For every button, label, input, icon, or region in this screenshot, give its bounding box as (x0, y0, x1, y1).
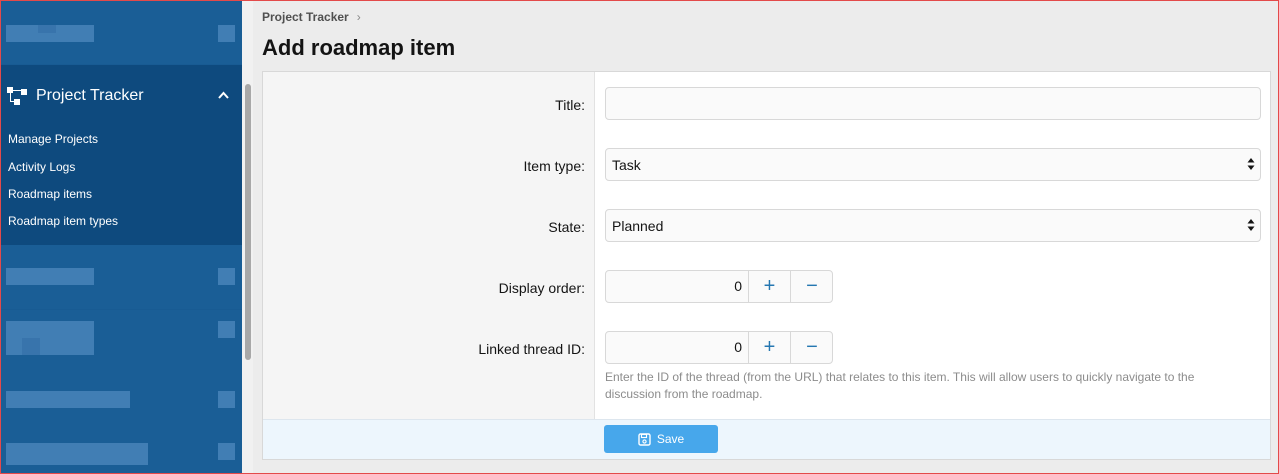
sidebar-scrollbar-thumb[interactable] (245, 84, 251, 360)
state-value: Planned (612, 218, 664, 234)
sidebar-section-title: Project Tracker (36, 87, 144, 104)
select-arrows-icon (1247, 219, 1255, 231)
sidebar-item-redacted[interactable] (0, 372, 242, 426)
linked-thread-label: Linked thread ID: (478, 341, 585, 357)
state-label: State: (548, 219, 585, 235)
display-order-input[interactable]: 0 (606, 271, 749, 302)
linked-thread-increment-button[interactable]: + (749, 332, 791, 363)
state-select[interactable]: Planned (605, 209, 1261, 242)
sidebar-item-redacted[interactable] (0, 245, 242, 309)
breadcrumb-link-project-tracker[interactable]: Project Tracker (262, 10, 349, 24)
title-input[interactable] (605, 87, 1261, 120)
linked-thread-stepper: 0 + − (605, 331, 833, 364)
chevron-right-icon: › (356, 10, 361, 24)
sidebar-item-roadmap-items[interactable]: Roadmap items (8, 187, 92, 201)
sidebar-item-redacted[interactable] (0, 0, 242, 64)
sidebar-item-roadmap-item-types[interactable]: Roadmap item types (8, 214, 118, 228)
sidebar-item-redacted[interactable] (0, 310, 242, 372)
display-order-decrement-button[interactable]: − (791, 271, 833, 302)
title-label: Title: (555, 97, 585, 113)
save-button-label: Save (656, 432, 685, 446)
linked-thread-input[interactable]: 0 (606, 332, 749, 363)
sidebar-section-header[interactable]: Project Tracker (0, 78, 242, 114)
form-label-column (263, 72, 595, 419)
sidebar: Project Tracker Manage Projects Activity… (0, 0, 242, 474)
item-type-select[interactable]: Task (605, 148, 1261, 181)
display-order-label: Display order: (498, 280, 585, 296)
item-type-label: Item type: (523, 158, 585, 174)
sidebar-item-manage-projects[interactable]: Manage Projects (8, 132, 98, 146)
page-title: Add roadmap item (262, 35, 456, 60)
save-button[interactable]: Save (604, 425, 718, 453)
linked-thread-decrement-button[interactable]: − (791, 332, 833, 363)
sidebar-item-redacted[interactable] (0, 426, 242, 474)
sidebar-item-activity-logs[interactable]: Activity Logs (8, 160, 75, 174)
item-type-value: Task (612, 157, 641, 173)
tree-structure-icon (7, 87, 31, 107)
chevron-up-icon[interactable] (218, 90, 229, 101)
linked-thread-hint: Enter the ID of the thread (from the URL… (605, 370, 1195, 401)
roadmap-item-form: Title: Item type: Task State: Planned Di… (262, 71, 1271, 460)
select-arrows-icon (1247, 158, 1255, 170)
display-order-increment-button[interactable]: + (749, 271, 791, 302)
save-disk-icon (638, 432, 651, 446)
form-footer: Save (263, 419, 1270, 459)
breadcrumb: Project Tracker › (262, 10, 361, 24)
display-order-stepper: 0 + − (605, 270, 833, 303)
